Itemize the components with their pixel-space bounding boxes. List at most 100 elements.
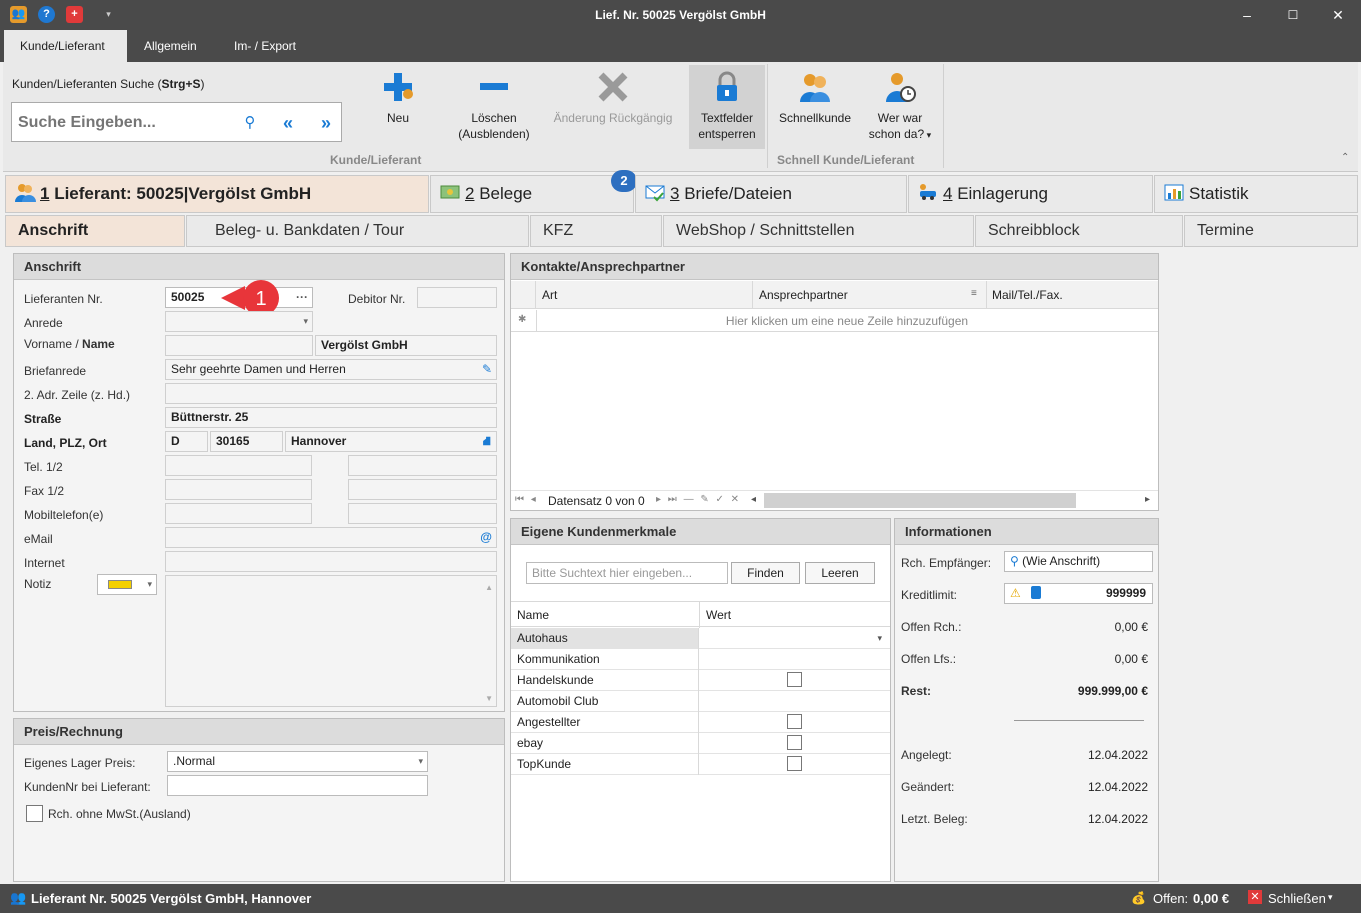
table-row[interactable]: ebay (511, 733, 890, 754)
delete-button[interactable]: Löschen (Ausblenden) (451, 70, 537, 142)
minimize-button[interactable]: – (1224, 0, 1270, 30)
tab-belege[interactable]: 2 Belege (430, 175, 634, 213)
row-value[interactable] (700, 649, 890, 670)
column-mail-tel-fax[interactable]: Mail/Tel./Fax. (992, 288, 1063, 302)
column-ansprechpartner[interactable]: Ansprechpartner (759, 288, 848, 302)
mwst-checkbox[interactable] (26, 805, 43, 822)
nav-next-last-icons[interactable]: ▸ ⏭ — ✎ ✓ ✕ (656, 494, 741, 505)
clear-button[interactable]: Leeren (805, 562, 875, 584)
browse-icon[interactable]: ··· (296, 288, 308, 307)
mobil1-field[interactable] (165, 503, 312, 524)
search-icon[interactable]: ⚲ (1010, 554, 1019, 568)
kreditlimit-field[interactable]: ⚠ 999999 (1004, 583, 1153, 604)
table-row[interactable]: Handelskunde (511, 670, 890, 691)
road-icon[interactable]: ⛘ (483, 432, 491, 451)
at-icon[interactable]: @ (480, 528, 492, 547)
value-checkbox[interactable] (787, 672, 802, 687)
ribbon-group-label: Kunde/Lieferant (330, 153, 422, 167)
tab-einlagerung[interactable]: 4 Einlagerung (908, 175, 1153, 213)
tab-statistik[interactable]: Statistik (1154, 175, 1358, 213)
value-checkbox[interactable] (787, 756, 802, 771)
offen-rch-value: 0,00 € (1114, 620, 1148, 634)
scroll-up-icon[interactable]: ▲ (485, 578, 493, 597)
plz-field[interactable]: 30165 (210, 431, 283, 452)
ribbon-tab-allgemein[interactable]: Allgemein (128, 30, 213, 62)
table-row[interactable]: Autohaus ▾ (511, 628, 890, 649)
pencil-icon[interactable]: ✎ (482, 360, 492, 379)
maximize-button[interactable]: ☐ (1270, 0, 1316, 30)
find-button[interactable]: Finden (731, 562, 800, 584)
tab-lieferant[interactable]: 1 Lieferant: 50025|Vergölst GmbH (5, 175, 429, 213)
search-icon[interactable]: ⚲ (238, 111, 262, 135)
table-row[interactable]: Angestellter (511, 712, 890, 733)
scroll-down-icon[interactable]: ▼ (485, 694, 493, 704)
fax2-field[interactable] (348, 479, 497, 500)
table-row[interactable]: Kommunikation (511, 649, 890, 670)
undo-changes-button[interactable]: Änderung Rückgängig (548, 70, 678, 126)
row-value[interactable] (700, 754, 890, 775)
close-menu-button[interactable]: Schließen (1268, 891, 1326, 906)
column-name[interactable]: Name (517, 608, 549, 622)
kundennr-field[interactable] (167, 775, 428, 796)
lager-preis-select[interactable]: .Normal ▾ (167, 751, 428, 772)
new-button[interactable]: Neu (365, 70, 431, 126)
vorname-field[interactable] (165, 335, 313, 356)
tel2-field[interactable] (348, 455, 497, 476)
rch-empfaenger-field[interactable]: ⚲ (Wie Anschrift) (1004, 551, 1153, 572)
subtab-beleg-bankdaten[interactable]: Beleg- u. Bankdaten / Tour (186, 215, 529, 247)
table-row[interactable]: TopKunde (511, 754, 890, 775)
next-icon[interactable]: » (314, 111, 338, 135)
debitor-nr-field[interactable] (417, 287, 497, 308)
collapse-ribbon-icon[interactable]: ⌃ (1341, 152, 1349, 163)
nav-first-prev-icons[interactable]: ⏮ ◂ (515, 494, 538, 505)
sort-icon[interactable]: ≡ (971, 288, 977, 299)
search-input[interactable] (18, 112, 218, 134)
strasse-field[interactable]: Büttnerstr. 25 (165, 407, 497, 428)
ribbon-tab-import-export[interactable]: Im- / Export (218, 30, 312, 62)
subtab-anschrift[interactable]: Anschrift (5, 215, 185, 247)
tel1-field[interactable] (165, 455, 312, 476)
name-field[interactable]: Vergölst GmbH (315, 335, 497, 356)
fax1-field[interactable] (165, 479, 312, 500)
row-value[interactable]: ▾ (700, 628, 890, 649)
subtab-kfz[interactable]: KFZ (530, 215, 662, 247)
who-was-here-button[interactable]: Wer war schon da? ▾ (863, 70, 937, 143)
column-art[interactable]: Art (542, 288, 557, 302)
row-value[interactable] (700, 670, 890, 691)
notiz-color-picker[interactable]: ▾ (97, 574, 157, 595)
briefanrede-field[interactable]: Sehr geehrte Damen und Herren ✎ (165, 359, 497, 380)
internet-field[interactable] (165, 551, 497, 572)
scroll-right-icon[interactable]: ▸ (1145, 494, 1150, 505)
row-value[interactable] (700, 712, 890, 733)
ort-field[interactable]: Hannover ⛘ (285, 431, 497, 452)
anrede-select[interactable]: ▾ (165, 311, 313, 332)
previous-icon[interactable]: « (276, 111, 300, 135)
email-field[interactable]: @ (165, 527, 497, 548)
chevron-down-icon[interactable]: ▾ (877, 628, 882, 648)
unlock-fields-button[interactable]: Textfelder entsperren (689, 65, 765, 149)
row-value[interactable] (700, 691, 890, 712)
chevron-down-icon[interactable]: ▾ (1328, 892, 1333, 903)
close-x-icon[interactable]: ✕ (1248, 890, 1262, 904)
tab-briefe-dateien[interactable]: 3 Briefe/Dateien (635, 175, 907, 213)
scroll-left-icon[interactable]: ◂ (751, 494, 756, 505)
car-storage-icon (920, 184, 936, 200)
column-wert[interactable]: Wert (706, 608, 731, 622)
subtab-termine[interactable]: Termine (1184, 215, 1358, 247)
ribbon-tab-kunde-lieferant[interactable]: Kunde/Lieferant (4, 30, 127, 62)
value-checkbox[interactable] (787, 735, 802, 750)
subtab-schreibblock[interactable]: Schreibblock (975, 215, 1183, 247)
notiz-textarea[interactable]: ▲ ▼ (165, 575, 497, 707)
new-row-line[interactable]: ✱ Hier klicken um eine neue Zeile hinzuz… (511, 310, 1158, 332)
quick-customer-button[interactable]: Schnellkunde (774, 70, 856, 126)
table-row[interactable]: Automobil Club (511, 691, 890, 712)
mobil2-field[interactable] (348, 503, 497, 524)
value-checkbox[interactable] (787, 714, 802, 729)
horizontal-scrollbar-thumb[interactable] (764, 493, 1076, 508)
land-field[interactable]: D (165, 431, 208, 452)
merkmale-search-input[interactable]: Bitte Suchtext hier eingeben... (526, 562, 728, 584)
adr2-field[interactable] (165, 383, 497, 404)
row-value[interactable] (700, 733, 890, 754)
subtab-webshop[interactable]: WebShop / Schnittstellen (663, 215, 974, 247)
close-button[interactable]: ✕ (1315, 0, 1361, 30)
